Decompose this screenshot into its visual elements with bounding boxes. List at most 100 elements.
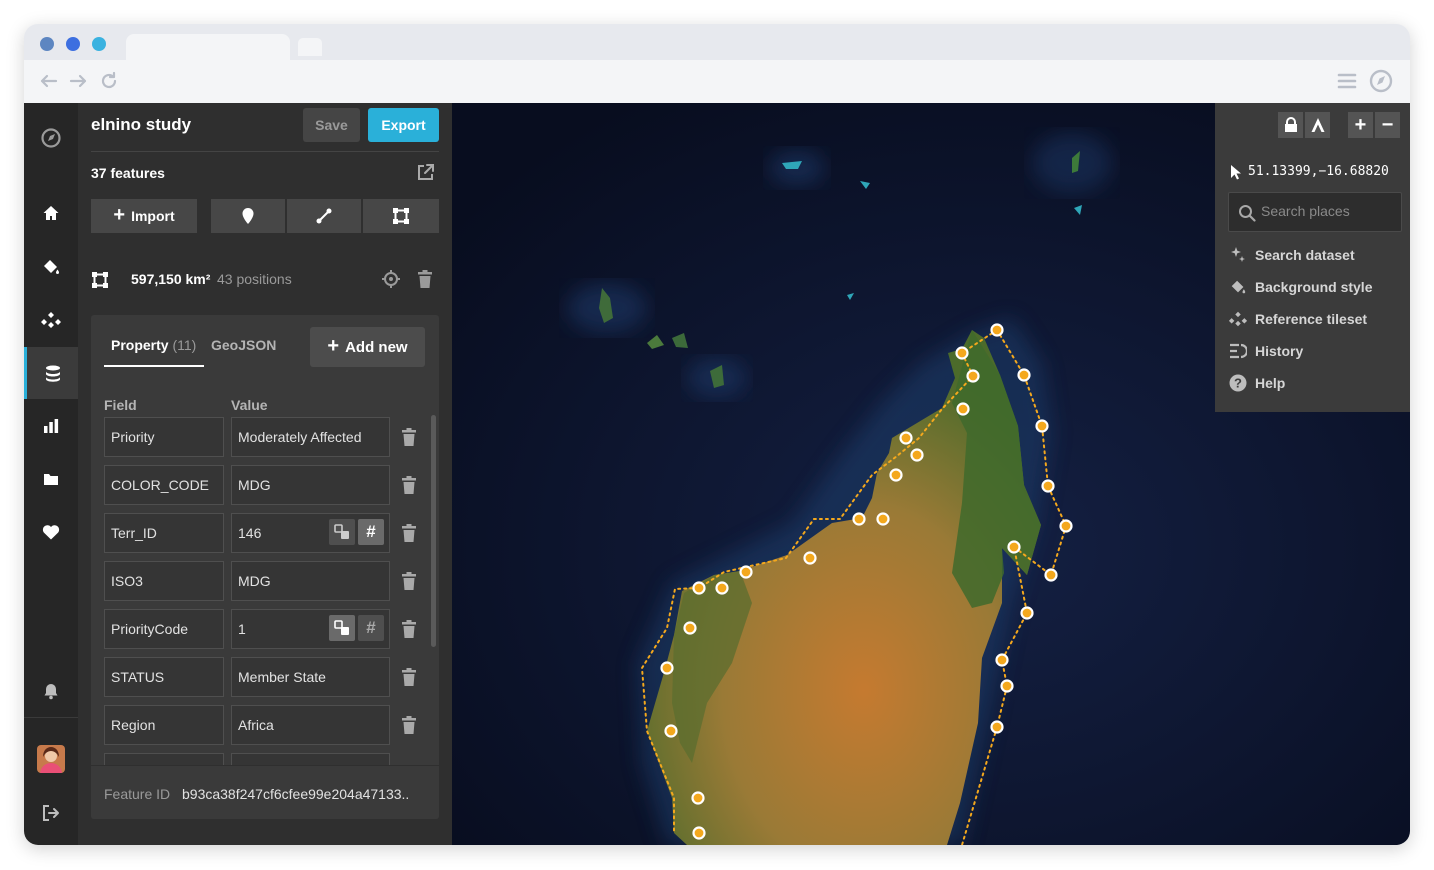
polygon-vertex[interactable]: [683, 621, 697, 635]
polygon-vertex[interactable]: [692, 581, 706, 595]
polygon-vertex[interactable]: [1041, 479, 1055, 493]
label-toggle-icon[interactable]: [1305, 112, 1330, 138]
field-name-input[interactable]: Region: [104, 705, 224, 745]
field-name-input[interactable]: Terr_ID: [104, 513, 224, 553]
polygon-vertex[interactable]: [803, 551, 817, 565]
reload-icon[interactable]: [96, 68, 122, 94]
polygon-vertex[interactable]: [1000, 679, 1014, 693]
polygon-vertex[interactable]: [956, 402, 970, 416]
logout-icon[interactable]: [24, 787, 78, 839]
import-button[interactable]: + Import: [91, 199, 197, 233]
avatar[interactable]: [37, 745, 65, 773]
dataset-icon[interactable]: [24, 347, 78, 399]
property-row: STATUS Member State: [104, 657, 424, 697]
add-new-button[interactable]: + Add new: [310, 327, 425, 367]
polygon-vertex[interactable]: [1020, 606, 1034, 620]
menu-help[interactable]: ? Help: [1228, 371, 1285, 395]
tileset-icon[interactable]: [24, 294, 78, 346]
tab-property[interactable]: Property (11): [111, 337, 196, 353]
browser-menu-icon[interactable]: [1334, 68, 1360, 94]
field-name-input[interactable]: COLOR_CODE: [104, 465, 224, 505]
polygon-vertex[interactable]: [1007, 540, 1021, 554]
polygon-vertex[interactable]: [691, 791, 705, 805]
menu-label: Background style: [1255, 279, 1373, 295]
external-link-icon[interactable]: [415, 161, 437, 183]
polygon-vertex[interactable]: [739, 565, 753, 579]
polygon-vertex[interactable]: [1017, 368, 1031, 382]
polygon-vertex[interactable]: [852, 512, 866, 526]
number-type-icon[interactable]: #: [358, 519, 384, 545]
polygon-vertex[interactable]: [990, 720, 1004, 734]
tab-geojson[interactable]: GeoJSON: [211, 337, 276, 353]
polygon-vertex[interactable]: [1044, 568, 1058, 582]
save-button[interactable]: Save: [303, 108, 360, 142]
polygon-vertex[interactable]: [910, 448, 924, 462]
polygon-vertex[interactable]: [899, 431, 913, 445]
field-value-input[interactable]: Africa: [231, 705, 390, 745]
lock-icon[interactable]: [1278, 112, 1303, 138]
trash-icon[interactable]: [401, 427, 419, 447]
trash-icon[interactable]: [401, 619, 419, 639]
home-icon[interactable]: [24, 187, 78, 239]
window-minimize-button[interactable]: [66, 37, 80, 51]
new-tab-button[interactable]: [298, 38, 322, 56]
draw-point-button[interactable]: [211, 199, 285, 233]
string-type-icon[interactable]: [329, 615, 355, 641]
field-value-input[interactable]: Member State: [231, 657, 390, 697]
search-input[interactable]: [1261, 203, 1397, 219]
property-list-scrollbar[interactable]: [431, 415, 436, 647]
back-arrow-icon[interactable]: [36, 68, 62, 94]
polygon-vertex[interactable]: [876, 512, 890, 526]
polygon-vertex[interactable]: [1035, 419, 1049, 433]
polygon-vertex[interactable]: [664, 724, 678, 738]
polygon-vertex[interactable]: [966, 369, 980, 383]
polygon-vertex[interactable]: [660, 661, 674, 675]
field-name-input[interactable]: ISO3: [104, 561, 224, 601]
trash-icon[interactable]: [401, 523, 419, 543]
field-name-input[interactable]: STATUS: [104, 657, 224, 697]
trash-icon[interactable]: [401, 715, 419, 735]
menu-search-dataset[interactable]: Search dataset: [1228, 243, 1355, 267]
draw-polygon-button[interactable]: [363, 199, 439, 233]
polygon-vertex[interactable]: [715, 581, 729, 595]
search-places[interactable]: [1228, 192, 1402, 232]
polygon-vertex[interactable]: [692, 826, 706, 840]
forward-arrow-icon[interactable]: [65, 68, 91, 94]
field-value-input[interactable]: MDG: [231, 561, 390, 601]
trash-icon[interactable]: [417, 269, 433, 289]
field-value-input[interactable]: MDG: [231, 465, 390, 505]
export-button[interactable]: Export: [368, 108, 439, 142]
rail-logo-icon[interactable]: [24, 112, 78, 164]
field-value-input[interactable]: Moderately Affected: [231, 417, 390, 457]
field-name-input[interactable]: [104, 753, 224, 765]
number-type-icon[interactable]: #: [358, 615, 384, 641]
polygon-vertex[interactable]: [990, 323, 1004, 337]
polygon-vertex[interactable]: [889, 468, 903, 482]
draw-line-button[interactable]: [287, 199, 361, 233]
field-value-input[interactable]: [231, 753, 390, 765]
polygon-vertex[interactable]: [995, 653, 1009, 667]
polygon-vertex[interactable]: [955, 346, 969, 360]
string-type-icon[interactable]: [329, 519, 355, 545]
window-maximize-button[interactable]: [92, 37, 106, 51]
paint-bucket-icon[interactable]: [24, 241, 78, 293]
field-name-input[interactable]: Priority: [104, 417, 224, 457]
bell-icon[interactable]: [24, 665, 78, 717]
trash-icon[interactable]: [401, 667, 419, 687]
zoom-in-button[interactable]: +: [1348, 112, 1373, 138]
trash-icon[interactable]: [401, 475, 419, 495]
dataset-title[interactable]: elnino study: [91, 115, 191, 135]
zoom-out-button[interactable]: −: [1375, 112, 1400, 138]
polygon-vertex[interactable]: [1059, 519, 1073, 533]
bar-chart-icon[interactable]: [24, 400, 78, 452]
folder-icon[interactable]: [24, 453, 78, 505]
menu-background-style[interactable]: Background style: [1228, 275, 1372, 299]
heart-icon[interactable]: [24, 506, 78, 558]
browser-tab[interactable]: [126, 34, 290, 60]
locate-icon[interactable]: [381, 269, 401, 289]
trash-icon[interactable]: [401, 571, 419, 591]
window-close-button[interactable]: [40, 37, 54, 51]
menu-reference-tileset[interactable]: Reference tileset: [1228, 307, 1367, 331]
menu-history[interactable]: History: [1228, 339, 1303, 363]
field-name-input[interactable]: PriorityCode: [104, 609, 224, 649]
